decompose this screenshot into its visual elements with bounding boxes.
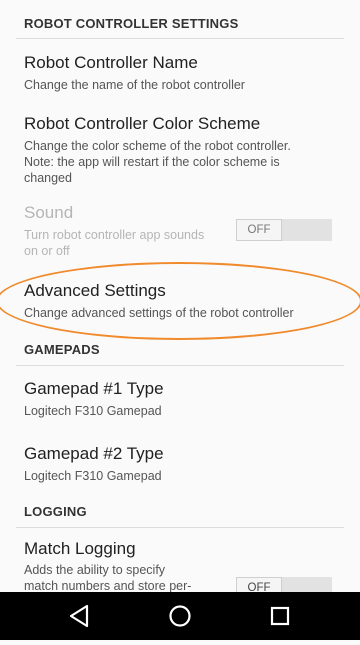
- settings-screen: ROBOT CONTROLLER SETTINGS Robot Controll…: [0, 0, 360, 592]
- pref-robot-controller-color-scheme[interactable]: Robot Controller Color Scheme Change the…: [0, 106, 360, 194]
- pref-title: Match Logging: [24, 539, 136, 558]
- pref-summary-line-2: on or off: [24, 244, 70, 258]
- pref-summary-line-2: Note: the app will restart if the color …: [24, 155, 280, 169]
- pref-title: Sound: [24, 203, 74, 222]
- section-header-gamepads: GAMEPADS: [24, 342, 100, 357]
- pref-title: Robot Controller Name: [24, 53, 198, 72]
- pref-gamepad-1-type[interactable]: Gamepad #1 Type Logitech F310 Gamepad: [0, 372, 360, 430]
- divider: [16, 38, 344, 39]
- pref-sound: Sound Turn robot controller app sounds o…: [0, 196, 360, 266]
- pref-gamepad-2-type[interactable]: Gamepad #2 Type Logitech F310 Gamepad: [0, 437, 360, 495]
- pref-advanced-settings[interactable]: Advanced Settings Change advanced settin…: [0, 274, 360, 330]
- pref-robot-controller-name[interactable]: Robot Controller Name Change the name of…: [0, 46, 360, 102]
- toggle-label: OFF: [236, 577, 282, 592]
- toggle-label: OFF: [236, 219, 282, 241]
- nav-back-button[interactable]: [50, 592, 110, 640]
- navigation-bar: [0, 592, 360, 640]
- match-logging-toggle[interactable]: OFF: [236, 577, 332, 592]
- pref-summary: Logitech F310 Gamepad: [24, 404, 162, 418]
- divider: [16, 365, 344, 366]
- pref-title: Gamepad #1 Type: [24, 379, 164, 398]
- section-header-robot-controller-settings: ROBOT CONTROLLER SETTINGS: [24, 16, 239, 31]
- pref-summary-line-2: match numbers and store per-: [24, 579, 192, 592]
- pref-title: Gamepad #2 Type: [24, 444, 164, 463]
- recents-icon: [270, 606, 290, 626]
- home-icon: [169, 605, 191, 627]
- pref-summary-line-1: Turn robot controller app sounds: [24, 228, 205, 242]
- section-header-logging: LOGGING: [24, 504, 87, 519]
- pref-match-logging[interactable]: Match Logging Adds the ability to specif…: [0, 532, 360, 592]
- pref-summary-line-1: Adds the ability to specify: [24, 563, 166, 577]
- sound-toggle: OFF: [236, 219, 332, 241]
- pref-summary: Change advanced settings of the robot co…: [24, 306, 294, 320]
- pref-summary-line-1: Change the color scheme of the robot con…: [24, 139, 291, 153]
- divider: [16, 527, 344, 528]
- nav-recents-button[interactable]: [250, 592, 310, 640]
- back-icon: [69, 604, 89, 628]
- pref-summary-line-3: changed: [24, 171, 72, 185]
- nav-home-button[interactable]: [150, 592, 210, 640]
- pref-title: Advanced Settings: [24, 281, 166, 300]
- pref-summary: Change the name of the robot controller: [24, 78, 245, 92]
- pref-title: Robot Controller Color Scheme: [24, 114, 261, 133]
- pref-summary: Logitech F310 Gamepad: [24, 469, 162, 483]
